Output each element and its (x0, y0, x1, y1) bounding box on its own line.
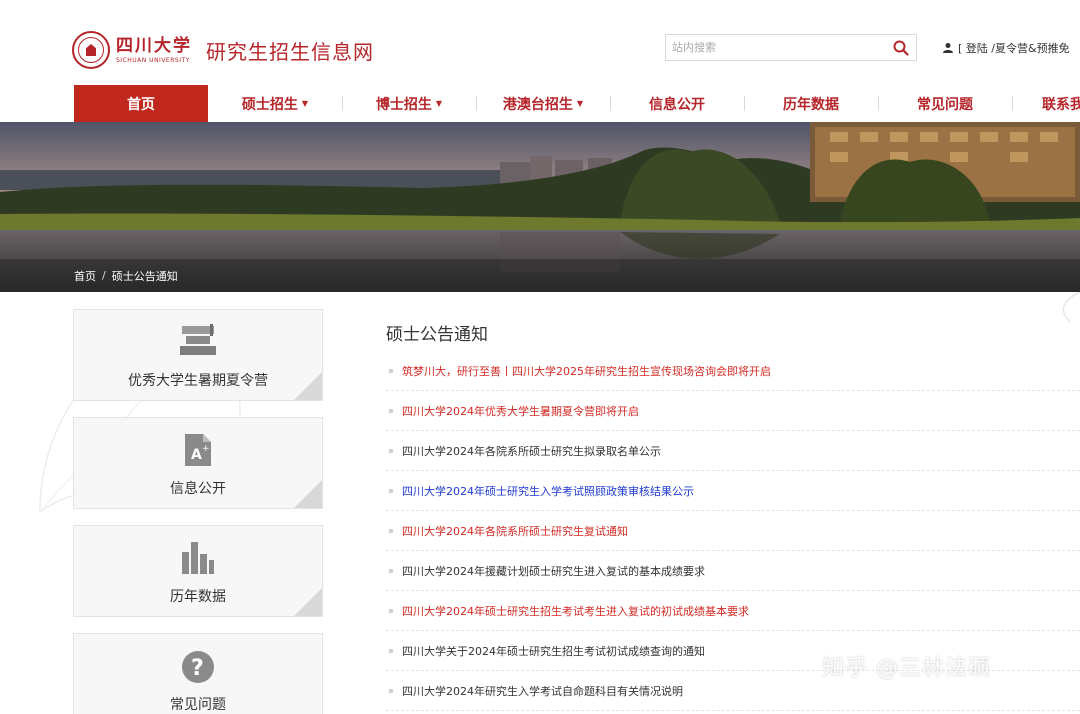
nav-item-doctor[interactable]: 博士招生 ▼ (342, 85, 476, 122)
breadcrumb-current: 硕士公告通知 (111, 269, 178, 283)
nav-item-label: 历年数据 (783, 96, 839, 113)
svg-text:?: ? (191, 656, 204, 681)
nav-item-hk-macao-taiwan[interactable]: 港澳台招生 ▼ (476, 85, 610, 122)
university-name-cn: 四川大学 (116, 35, 192, 56)
sidebar-card-faq[interactable]: ? 常见问题 (73, 633, 323, 714)
news-item-title[interactable]: 四川大学2024年硕士研究生入学考试照顾政策审核结果公示 (402, 483, 694, 499)
university-name-en: SICHUAN UNIVERSITY (116, 56, 190, 64)
news-item-title[interactable]: 四川大学2024年各院系所硕士研究生复试通知 (402, 523, 628, 539)
news-item[interactable]: 四川大学2024年各院系所硕士研究生复试通知 (386, 511, 1080, 551)
bullet-icon (389, 449, 393, 453)
site-header: 四川大学 SICHUAN UNIVERSITY 研究生招生信息网 [ 登陆 /夏… (0, 0, 1080, 85)
sidebar-card-label: 常见问题 (170, 697, 226, 713)
card-corner (294, 588, 322, 616)
user-icon (943, 43, 953, 53)
breadcrumb-home-link[interactable]: 首页 (74, 268, 96, 284)
nav-item-label: 联系我 (1042, 96, 1080, 113)
document-icon: A + (185, 434, 211, 466)
nav-item-historical-data[interactable]: 历年数据 (744, 85, 878, 122)
bullet-icon (389, 529, 393, 533)
university-seal-icon (72, 31, 110, 69)
nav-item-master[interactable]: 硕士招生 ▼ (208, 85, 342, 122)
campus-banner: 首页 / 硕士公告通知 (0, 122, 1080, 292)
search-box (665, 34, 917, 61)
nav-item-home[interactable]: 首页 (74, 85, 208, 122)
svg-text:+: + (202, 444, 210, 454)
nav-item-label: 港澳台招生 (502, 96, 573, 113)
news-item[interactable]: 四川大学2024年硕士研究生招生考试考生进入复试的初试成绩基本要求 (386, 591, 1080, 631)
sidebar-card-label: 优秀大学生暑期夏令营 (128, 373, 268, 389)
bullet-icon (389, 409, 393, 413)
card-corner (294, 480, 322, 508)
nav-item-contact[interactable]: 联系我 (1012, 85, 1080, 122)
sidebar-card-summer-camp[interactable]: 优秀大学生暑期夏令营 (73, 309, 323, 401)
caret-down-icon: ▼ (301, 99, 309, 108)
news-item[interactable]: 四川大学2024年优秀大学生暑期夏令营即将开启 (386, 391, 1080, 431)
news-item[interactable]: 四川大学2024年各院系所硕士研究生拟录取名单公示 (386, 431, 1080, 471)
breadcrumb-separator: / (102, 269, 106, 282)
bullet-icon (389, 609, 393, 613)
university-logo[interactable]: 四川大学 SICHUAN UNIVERSITY 研究生招生信息网 (72, 31, 374, 69)
bullet-icon (389, 649, 393, 653)
card-corner (294, 372, 322, 400)
sidebar-card-label: 历年数据 (170, 589, 226, 605)
search-icon[interactable] (892, 39, 910, 57)
question-icon: ? (182, 651, 214, 683)
sidebar-card-info-disclosure[interactable]: A + 信息公开 (73, 417, 323, 509)
nav-item-label: 硕士招生 (241, 96, 298, 113)
news-item-title[interactable]: 四川大学2024年援藏计划硕士研究生进入复试的基本成绩要求 (402, 563, 705, 579)
bullet-icon (389, 689, 393, 693)
news-item-title[interactable]: 四川大学2024年各院系所硕士研究生拟录取名单公示 (402, 443, 661, 459)
nav-item-label: 信息公开 (649, 96, 705, 113)
news-item-title[interactable]: 四川大学2024年研究生入学考试自命题科目有关情况说明 (402, 683, 683, 699)
books-icon (180, 324, 216, 355)
news-item-title[interactable]: 四川大学2024年优秀大学生暑期夏令营即将开启 (402, 403, 639, 419)
breadcrumb: 首页 / 硕士公告通知 (0, 259, 1080, 292)
news-item[interactable]: 筑梦川大，研行至善丨四川大学2025年研究生招生宣传现场咨询会即将开启 (386, 351, 1080, 391)
svg-text:A: A (191, 447, 202, 463)
login-link[interactable]: [ 登陆 /夏令营&预推免 (958, 40, 1070, 56)
section-title: 硕士公告通知 (386, 325, 488, 345)
site-title: 研究生招生信息网 (206, 39, 374, 64)
caret-down-icon: ▼ (576, 99, 584, 108)
nav-item-label: 常见问题 (917, 96, 973, 113)
bullet-icon (389, 369, 393, 373)
user-links[interactable]: [ 登陆 /夏令营&预推免 (942, 40, 1070, 56)
sidebar-card-label: 信息公开 (170, 481, 226, 497)
search-input[interactable] (666, 35, 876, 60)
news-item-title[interactable]: 筑梦川大，研行至善丨四川大学2025年研究生招生宣传现场咨询会即将开启 (402, 363, 771, 379)
news-item-title[interactable]: 四川大学关于2024年硕士研究生招生考试初试成绩查询的通知 (402, 643, 705, 659)
news-item-title[interactable]: 四川大学2024年硕士研究生招生考试考生进入复试的初试成绩基本要求 (402, 603, 749, 619)
zhihu-watermark: 知乎 @三林法硕 (822, 656, 991, 681)
nav-item-label: 首页 (127, 96, 155, 113)
sidebar-card-historical-data[interactable]: 历年数据 (73, 525, 323, 617)
caret-down-icon: ▼ (435, 99, 443, 108)
news-item[interactable]: 四川大学2024年援藏计划硕士研究生进入复试的基本成绩要求 (386, 551, 1080, 591)
nav-item-faq[interactable]: 常见问题 (878, 85, 1012, 122)
bullet-icon (389, 569, 393, 573)
bar-chart-icon (182, 542, 214, 574)
nav-item-info-disclosure[interactable]: 信息公开 (610, 85, 744, 122)
main-nav: 首页 硕士招生 ▼ 博士招生 ▼ 港澳台招生 ▼ 信息公开 历年数据 常见问题 联系我 (0, 85, 1080, 122)
bullet-icon (389, 489, 393, 493)
nav-item-label: 博士招生 (375, 96, 432, 113)
news-item[interactable]: 四川大学2024年硕士研究生入学考试照顾政策审核结果公示 (386, 471, 1080, 511)
